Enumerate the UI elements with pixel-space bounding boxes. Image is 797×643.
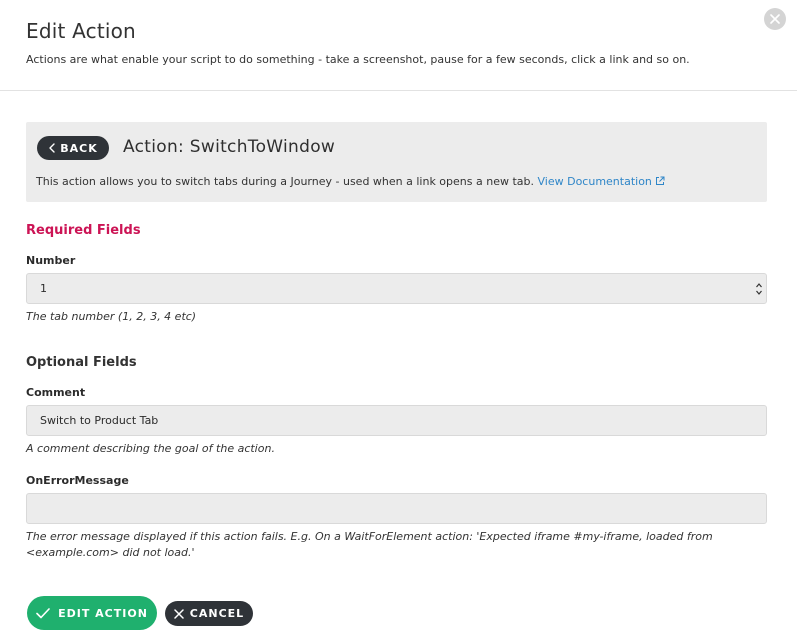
- close-icon: [770, 14, 780, 24]
- close-icon: [174, 608, 184, 619]
- number-input[interactable]: 1: [26, 273, 767, 304]
- on-error-help-line-1: The error message displayed if this acti…: [26, 530, 713, 543]
- chevron-left-icon: [49, 143, 55, 153]
- checkmark-icon: [36, 607, 50, 618]
- comment-input[interactable]: Switch to Product Tab: [26, 405, 767, 436]
- edit-action-button[interactable]: EDIT ACTION: [27, 596, 157, 630]
- comment-input-value: Switch to Product Tab: [40, 414, 159, 427]
- number-help-text: The tab number (1, 2, 3, 4 etc): [26, 310, 197, 323]
- action-info-panel: BACK Action: SwitchToWindow This action …: [26, 122, 767, 202]
- view-documentation-label: View Documentation: [537, 175, 652, 188]
- external-link-icon: [655, 176, 665, 185]
- cancel-button[interactable]: CANCEL: [165, 601, 253, 626]
- modal-header: Edit Action Actions are what enable your…: [0, 0, 797, 91]
- modal-title: Edit Action: [26, 19, 136, 43]
- number-stepper[interactable]: [755, 281, 763, 296]
- number-input-value: 1: [40, 282, 47, 295]
- action-title: Action: SwitchToWindow: [123, 137, 336, 157]
- required-fields-title: Required Fields: [26, 223, 141, 238]
- back-button[interactable]: BACK: [37, 136, 109, 160]
- comment-help-text: A comment describing the goal of the act…: [26, 442, 275, 455]
- on-error-message-label: OnErrorMessage: [26, 474, 129, 487]
- back-button-label: BACK: [60, 141, 98, 155]
- on-error-help-line-2: <example.com> did not load.': [26, 546, 195, 559]
- cancel-label: CANCEL: [189, 607, 245, 620]
- action-description-text: This action allows you to switch tabs du…: [36, 175, 534, 188]
- on-error-message-help-text: The error message displayed if this acti…: [26, 529, 726, 561]
- number-label: Number: [26, 254, 76, 267]
- action-description: This action allows you to switch tabs du…: [36, 175, 665, 188]
- modal-subtitle: Actions are what enable your script to d…: [26, 53, 690, 66]
- stepper-arrows-icon: [756, 282, 762, 295]
- close-modal-button[interactable]: [764, 8, 786, 30]
- view-documentation-link[interactable]: View Documentation: [538, 175, 665, 188]
- comment-label: Comment: [26, 386, 86, 399]
- optional-fields-title: Optional Fields: [26, 355, 137, 370]
- edit-action-label: EDIT ACTION: [58, 606, 148, 620]
- on-error-message-input[interactable]: [26, 493, 767, 524]
